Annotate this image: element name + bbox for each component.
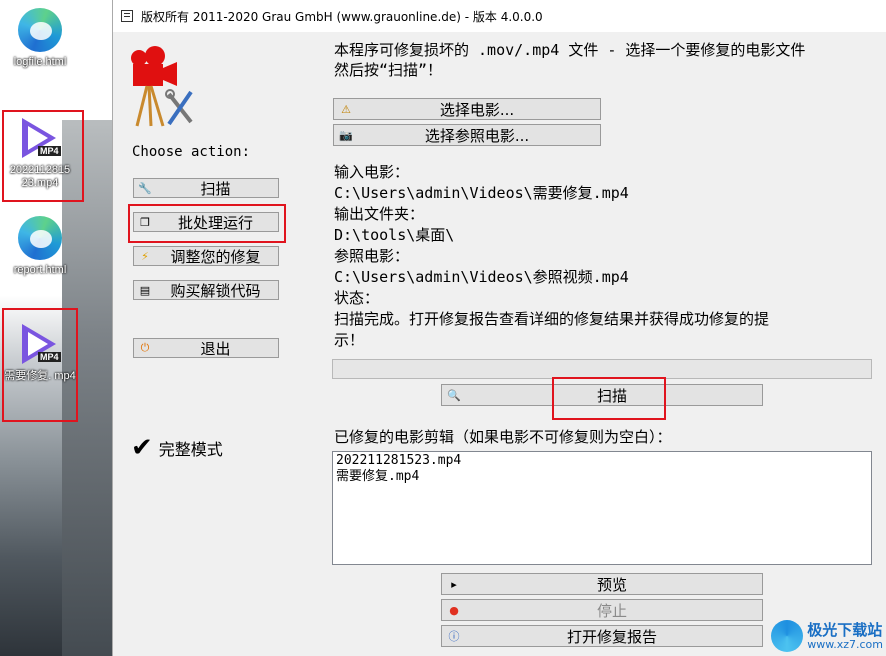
select-reference-button[interactable]: 📷 选择参照电影...	[333, 124, 601, 146]
button-label: 扫描	[596, 386, 627, 405]
button-label: 调整您的修复	[170, 247, 261, 266]
watermark: 极光下载站 www.xz7.com	[771, 620, 883, 652]
status-label: 状态：	[334, 289, 380, 307]
lightning-icon: ⚡	[141, 249, 149, 263]
window-title: 版权所有 2011-2020 Grau GmbH (www.grauonline…	[141, 9, 543, 24]
output-folder-label: 输出文件夹：	[334, 205, 425, 223]
reference-movie-label: 参照电影：	[334, 247, 410, 265]
app-window: 版权所有 2011-2020 Grau GmbH (www.grauonline…	[112, 0, 886, 656]
reference-movie-path: C:\Users\admin\Videos\参照视频.mp4	[334, 268, 629, 286]
wrench-icon: 🔧	[138, 181, 152, 195]
repaired-clips-list[interactable]: 202211281523.mp4 需要修复.mp4	[332, 451, 872, 565]
desktop-icon-label: report.html	[13, 264, 67, 276]
copy-icon: ❐	[140, 215, 150, 229]
info-icon: ⓘ	[448, 630, 460, 643]
button-label: 退出	[200, 339, 231, 358]
mp4-icon: MP4	[16, 116, 64, 164]
status-text: 示！	[334, 331, 365, 349]
edge-icon	[16, 216, 64, 264]
button-label: 打开修复报告	[566, 627, 657, 646]
button-label: 预览	[596, 575, 627, 594]
choose-action-label: Choose action:	[132, 144, 251, 160]
adjust-repair-button[interactable]: ⚡ 调整您的修复	[133, 246, 279, 266]
play-icon: ▸	[451, 577, 457, 591]
site-logo-icon	[771, 620, 804, 652]
mp4-tag: MP4	[38, 352, 61, 362]
stop-button[interactable]: ● 停止	[441, 599, 763, 621]
app-icon	[121, 10, 133, 22]
warning-film-icon: ⚠	[341, 102, 351, 116]
button-label: 扫描	[200, 179, 231, 198]
keyboard-icon: ▤	[139, 283, 151, 297]
camera-tools-logo-icon	[131, 46, 193, 127]
desktop-icon-label: logfile.html	[13, 56, 67, 68]
output-folder-path: D:\tools\桌面\	[334, 226, 455, 244]
power-icon: ⏻	[140, 341, 150, 354]
title-bar: 版权所有 2011-2020 Grau GmbH (www.grauonline…	[113, 0, 886, 32]
preview-button[interactable]: ▸ 预览	[441, 573, 763, 595]
button-label: 选择电影...	[439, 100, 515, 119]
exit-button[interactable]: ⏻ 退出	[133, 338, 279, 358]
progress-bar	[332, 359, 872, 379]
desktop-icon-report[interactable]: report.html	[4, 214, 76, 277]
desktop-icon-label: 2022112815 23.mp4	[9, 164, 71, 189]
scan-left-button[interactable]: 🔧 扫描	[133, 178, 279, 198]
intro-text: 本程序可修复损坏的 .mov/.mp4 文件 - 选择一个要修复的电影文件 然后…	[334, 40, 879, 80]
button-label: 停止	[596, 601, 627, 620]
intro-line: 然后按“扫描”！	[334, 61, 443, 79]
status-text: 扫描完成。打开修复报告查看详细的修复结果并获得成功修复的提	[334, 310, 770, 328]
list-item[interactable]: 202211281523.mp4	[336, 453, 868, 469]
magnifier-icon: 🔍	[447, 388, 461, 402]
stop-icon: ●	[449, 603, 459, 617]
button-label: 选择参照电影...	[424, 126, 530, 145]
full-mode-label: 完整模式	[158, 440, 223, 459]
button-label: 批处理运行	[177, 213, 253, 232]
select-movie-button[interactable]: ⚠ 选择电影...	[333, 98, 601, 120]
desktop-icon-mp4-2[interactable]: MP4 需要修复. mp4	[4, 322, 76, 383]
watermark-title: 极光下载站	[807, 621, 883, 639]
edge-icon	[16, 8, 64, 56]
intro-line: 本程序可修复损坏的 .mov/.mp4 文件 - 选择一个要修复的电影文件	[334, 41, 806, 59]
desktop-icon-logfile[interactable]: logfile.html	[4, 6, 76, 69]
desktop-wallpaper-rock	[62, 120, 112, 656]
full-mode-toggle[interactable]: ✔ 完整模式	[131, 433, 223, 463]
repaired-clips-label: 已修复的电影剪辑（如果电影不可修复则为空白）：	[334, 428, 672, 446]
input-movie-label: 输入电影：	[334, 163, 410, 181]
desktop-background: logfile.html MP4 2022112815 23.mp4 repor…	[0, 0, 112, 656]
open-report-button[interactable]: ⓘ 打开修复报告	[441, 625, 763, 647]
mp4-icon: MP4	[16, 322, 64, 370]
list-item[interactable]: 需要修复.mp4	[336, 469, 868, 485]
desktop-icon-mp4-1[interactable]: MP4 2022112815 23.mp4	[4, 116, 76, 190]
batch-run-button[interactable]: ❐ 批处理运行	[133, 212, 279, 232]
input-movie-path: C:\Users\admin\Videos\需要修复.mp4	[334, 184, 629, 202]
camera-icon: 📷	[339, 128, 353, 142]
button-label: 购买解锁代码	[170, 281, 261, 300]
buy-unlock-button[interactable]: ▤ 购买解锁代码	[133, 280, 279, 300]
left-panel: Choose action: 🔧 扫描 ❐ 批处理运行 ⚡ 调整您的修复 ▤ 购…	[113, 32, 303, 656]
scan-button[interactable]: 🔍 扫描	[441, 384, 763, 406]
mp4-tag: MP4	[38, 146, 61, 156]
desktop-icon-label: 需要修复. mp4	[4, 370, 76, 382]
watermark-url: www.xz7.com	[807, 638, 883, 651]
checkmark-icon: ✔	[131, 433, 153, 463]
